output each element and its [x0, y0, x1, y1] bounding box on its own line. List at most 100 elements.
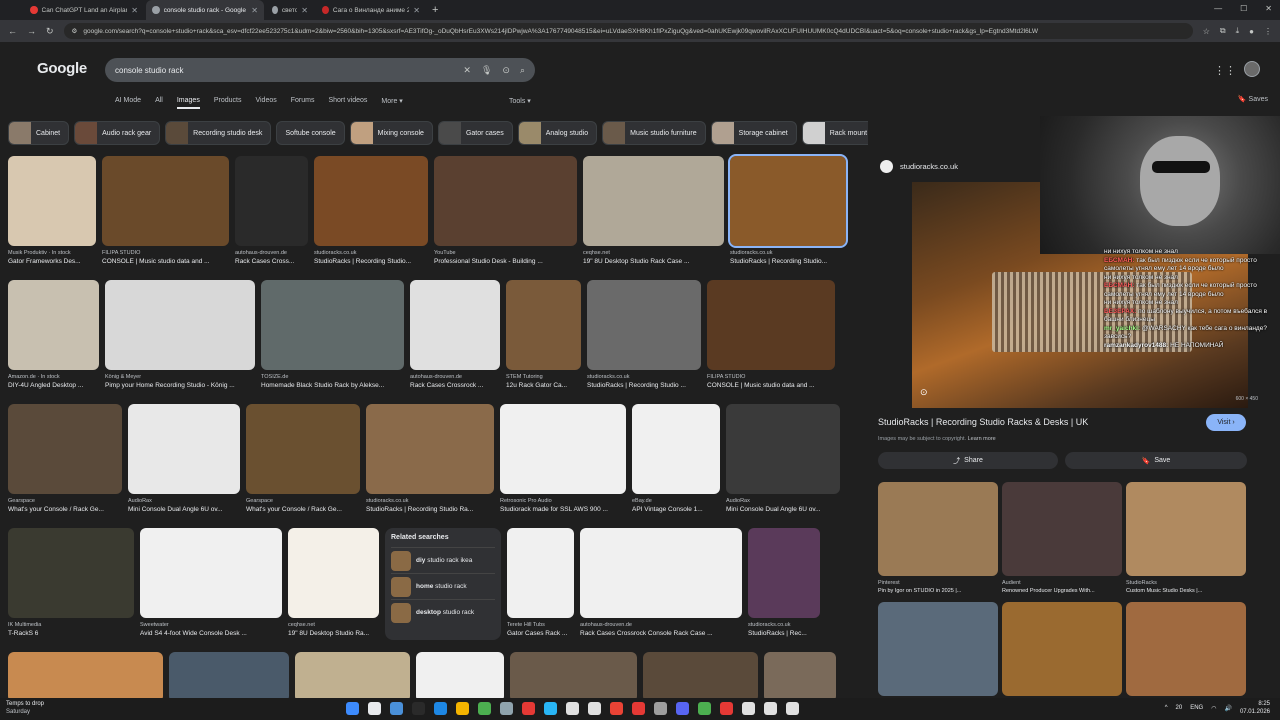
- tab-close-icon[interactable]: ✕: [251, 6, 258, 15]
- image-result[interactable]: [416, 652, 504, 698]
- related-search-item[interactable]: home studio rack: [391, 573, 495, 599]
- tab-close-icon[interactable]: ✕: [301, 6, 308, 15]
- image-result[interactable]: studioracks.co.uk StudioRacks | Recording…: [314, 156, 428, 265]
- chip-storage-cabinet[interactable]: Storage cabinet: [710, 121, 797, 145]
- image-result[interactable]: [8, 652, 163, 698]
- result-thumbnail[interactable]: [707, 280, 835, 370]
- related-image[interactable]: [1002, 602, 1122, 696]
- bookmark-star-icon[interactable]: ☆: [1203, 27, 1210, 36]
- image-result[interactable]: autohaus-drouven.de Rack Cases Crossrock …: [580, 528, 742, 640]
- image-result[interactable]: YouTube Professional Studio Desk - Buildi…: [434, 156, 577, 265]
- image-result[interactable]: autohaus-drouven.de Rack Cases Crossrock …: [410, 280, 500, 389]
- image-result[interactable]: studioracks.co.uk StudioRacks | Recording…: [366, 404, 494, 513]
- new-tab-icon[interactable]: +: [432, 4, 438, 16]
- result-caption[interactable]: T-RackS 6: [8, 630, 134, 637]
- result-caption[interactable]: API Vintage Console 1...: [632, 506, 720, 513]
- result-thumbnail[interactable]: [140, 528, 282, 618]
- search-input[interactable]: console studio rack: [115, 66, 183, 75]
- related-thumbnail[interactable]: [1002, 602, 1122, 696]
- image-result[interactable]: eBay.de API Vintage Console 1...: [632, 404, 720, 513]
- site-info-icon[interactable]: ⚙: [72, 27, 78, 35]
- image-result[interactable]: IK Multimedia T-RackS 6: [8, 528, 134, 640]
- result-caption[interactable]: CONSOLE | Music studio data and ...: [102, 258, 229, 265]
- result-thumbnail[interactable]: [583, 156, 724, 246]
- chevron-up-icon[interactable]: ^: [1165, 705, 1168, 711]
- taskbar-app-icon[interactable]: [390, 702, 403, 715]
- related-thumbnail[interactable]: [1126, 602, 1246, 696]
- tab[interactable]: Can ChatGPT Land an Airplane ✕: [24, 0, 144, 20]
- result-caption[interactable]: Mini Console Dual Angle 6U ov...: [726, 506, 840, 513]
- taskbar-app-icon[interactable]: [522, 702, 535, 715]
- result-thumbnail[interactable]: [8, 404, 122, 494]
- google-logo[interactable]: Google: [37, 60, 87, 77]
- result-thumbnail[interactable]: [643, 652, 758, 698]
- related-search-item[interactable]: diy studio rack ikea: [391, 547, 495, 573]
- related-image[interactable]: Pinterest Pin by Igor on STUDIO in 2025 |…: [878, 482, 998, 594]
- image-result[interactable]: autohaus-drouven.de Rack Cases Cross...: [235, 156, 308, 265]
- taskbar-app-icon[interactable]: [368, 702, 381, 715]
- image-result[interactable]: [643, 652, 758, 698]
- image-result[interactable]: Retrosonic Pro Audio Studiorack made for …: [500, 404, 626, 513]
- result-thumbnail[interactable]: [748, 528, 820, 618]
- lens-icon[interactable]: ⊙: [502, 65, 510, 76]
- maximize-icon[interactable]: ☐: [1240, 4, 1247, 13]
- clear-icon[interactable]: ✕: [463, 65, 471, 76]
- tab-ai-mode[interactable]: AI Mode: [115, 97, 141, 109]
- taskbar-app-icon[interactable]: [412, 702, 425, 715]
- chip-rack-mount[interactable]: Rack mount: [801, 121, 877, 145]
- chip-recording-studio-desk[interactable]: Recording studio desk: [165, 121, 272, 145]
- result-thumbnail[interactable]: [632, 404, 720, 494]
- related-thumbnail[interactable]: [1126, 482, 1246, 576]
- forward-icon[interactable]: →: [27, 26, 36, 36]
- taskbar-app-icon[interactable]: [786, 702, 799, 715]
- image-result[interactable]: Amazon.de · In stock DIY-4U Angled Deskto…: [8, 280, 99, 389]
- image-result[interactable]: FILIPA STUDIO CONSOLE | Music studio data…: [707, 280, 835, 389]
- result-caption[interactable]: StudioRacks | Recording Studio...: [314, 258, 428, 265]
- result-thumbnail[interactable]: [416, 652, 504, 698]
- result-thumbnail[interactable]: [726, 404, 840, 494]
- result-caption[interactable]: DIY-4U Angled Desktop ...: [8, 382, 99, 389]
- result-thumbnail[interactable]: [507, 528, 574, 618]
- wifi-icon[interactable]: ◠: [1211, 705, 1216, 712]
- result-caption[interactable]: Professional Studio Desk - Building ...: [434, 258, 577, 265]
- result-caption[interactable]: Mini Console Dual Angle 6U ov...: [128, 506, 240, 513]
- result-caption[interactable]: CONSOLE | Music studio data and ...: [707, 382, 835, 389]
- chip-cabinet[interactable]: Cabinet: [8, 121, 70, 145]
- result-caption[interactable]: Homemade Black Studio Rack by Alekse...: [261, 382, 404, 389]
- lang-indicator[interactable]: ENG: [1190, 705, 1203, 711]
- image-result[interactable]: [510, 652, 637, 698]
- image-result[interactable]: Terete Hill Tubs Gator Cases Rack ...: [507, 528, 574, 640]
- minimize-icon[interactable]: —: [1214, 4, 1222, 13]
- taskbar-app-icon[interactable]: [500, 702, 513, 715]
- result-thumbnail[interactable]: [764, 652, 836, 698]
- tab-forums[interactable]: Forums: [291, 97, 315, 109]
- menu-icon[interactable]: ⋮: [1264, 27, 1272, 36]
- preview-title[interactable]: StudioRacks | Recording Studio Racks & D…: [878, 417, 1088, 427]
- result-caption[interactable]: Gator Cases Rack ...: [507, 630, 574, 637]
- result-thumbnail[interactable]: [728, 154, 848, 248]
- result-thumbnail[interactable]: [580, 528, 742, 618]
- image-result[interactable]: AudioRax Mini Console Dual Angle 6U ov...: [726, 404, 840, 513]
- taskbar-app-icon[interactable]: [676, 702, 689, 715]
- result-caption[interactable]: StudioRacks | Rec...: [748, 630, 820, 637]
- image-result[interactable]: studioracks.co.uk StudioRacks | Rec...: [748, 528, 820, 640]
- result-caption[interactable]: What's your Console / Rack Ge...: [8, 506, 122, 513]
- taskbar-app-icon[interactable]: [698, 702, 711, 715]
- taskbar-app-icon[interactable]: [764, 702, 777, 715]
- related-image[interactable]: StudioRacks Custom Music Studio Desks |..…: [1126, 482, 1246, 594]
- download-icon[interactable]: ⤓: [1236, 26, 1240, 36]
- image-result[interactable]: [764, 652, 836, 698]
- related-thumbnail[interactable]: [1002, 482, 1122, 576]
- reload-icon[interactable]: ↻: [46, 26, 54, 37]
- image-result[interactable]: AudioRax Mini Console Dual Angle 6U ov...: [128, 404, 240, 513]
- related-thumbnail[interactable]: [878, 602, 998, 696]
- result-thumbnail[interactable]: [8, 528, 134, 618]
- result-thumbnail[interactable]: [314, 156, 428, 246]
- image-result[interactable]: Gearspace What's your Console / Rack Ge..…: [246, 404, 360, 513]
- related-image[interactable]: Audient Renowned Producer Upgrades With..…: [1002, 482, 1122, 594]
- image-result[interactable]: König & Meyer Pimp your Home Recording St…: [105, 280, 255, 389]
- clock[interactable]: 8:25 07.01.2026: [1240, 700, 1270, 716]
- panel-site[interactable]: studioracks.co.uk: [880, 160, 958, 173]
- result-thumbnail[interactable]: [500, 404, 626, 494]
- tab-videos[interactable]: Videos: [255, 97, 276, 109]
